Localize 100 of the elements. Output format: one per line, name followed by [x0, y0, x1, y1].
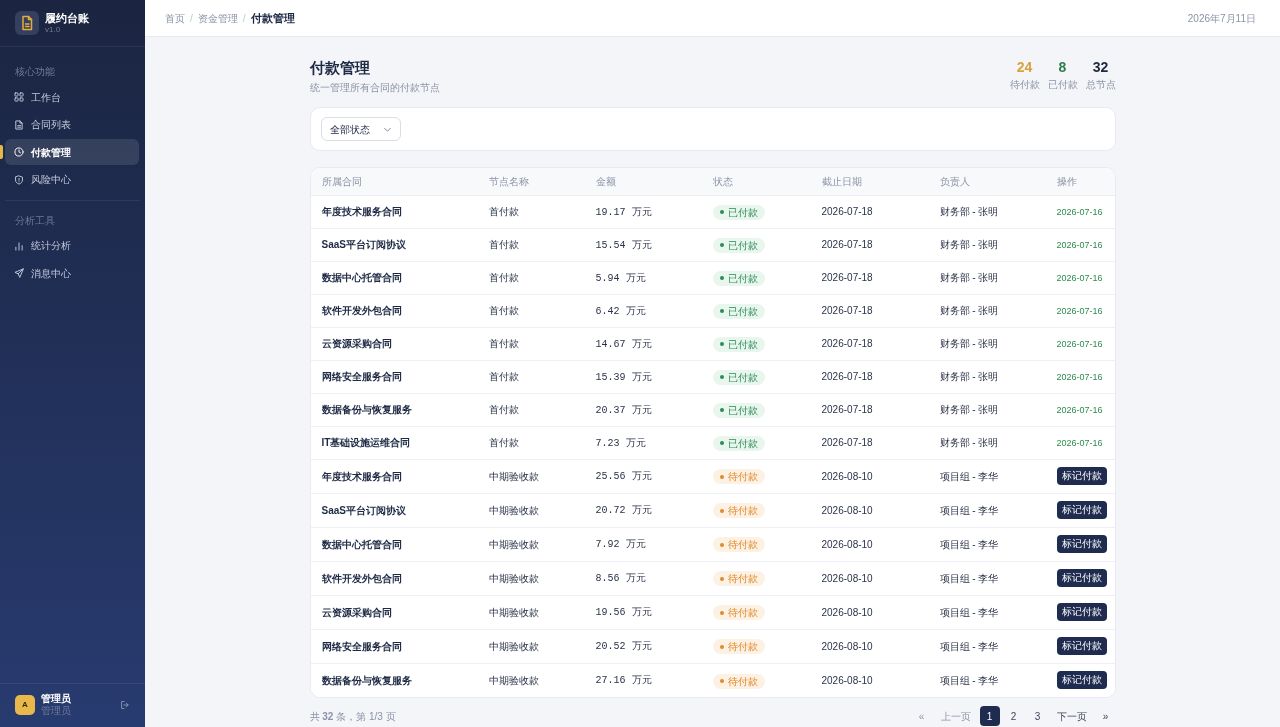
page-button[interactable]: 3 — [1027, 706, 1048, 726]
paid-date: 2026-07-16 — [1056, 239, 1103, 250]
status-dot-icon — [719, 276, 724, 281]
status-dot-icon — [719, 309, 724, 314]
status-dot-icon — [719, 542, 724, 547]
status-dot-icon — [719, 408, 724, 413]
node-name: 中期验收款 — [488, 674, 539, 686]
status-dot-icon — [719, 474, 724, 479]
user-avatar: A — [15, 695, 35, 715]
assignee: 财务部 - 张明 — [939, 305, 999, 316]
mark-paid-button[interactable]: 标记付款 — [1056, 569, 1107, 587]
node-name: 首付款 — [488, 206, 519, 217]
pagination-summary: 共 32 条，第 1/3 页 — [309, 709, 396, 724]
status-dot-icon — [719, 375, 724, 380]
assignee: 项目组 - 李华 — [939, 538, 999, 550]
send-icon — [14, 268, 24, 278]
mark-paid-button[interactable]: 标记付款 — [1056, 671, 1107, 690]
paid-date: 2026-07-16 — [1056, 404, 1103, 415]
page-button[interactable]: 2 — [1003, 706, 1024, 726]
amount: 15.54 万元 — [595, 239, 652, 251]
mark-paid-button[interactable]: 标记付款 — [1056, 501, 1107, 519]
status-label: 已付款 — [727, 304, 758, 319]
next-page-button[interactable]: 下一页 — [1051, 706, 1092, 726]
mark-paid-button[interactable]: 标记付款 — [1056, 637, 1107, 655]
amount: 7.92 万元 — [595, 539, 646, 550]
user-role: 管理员 — [41, 705, 71, 717]
contract-name: 网络安全服务合同 — [321, 371, 402, 382]
contract-name: IT基础设施运维合同 — [321, 437, 411, 448]
status-label: 待付款 — [727, 606, 758, 621]
sidebar-link[interactable]: 风险中心 — [5, 166, 139, 193]
contract-name: 年度技术服务合同 — [321, 206, 402, 217]
node-name: 中期验收款 — [488, 504, 539, 516]
amount: 14.67 万元 — [595, 338, 652, 350]
status-dot-icon — [719, 610, 724, 615]
bar-chart-icon — [14, 240, 24, 251]
mark-paid-button[interactable]: 标记付款 — [1056, 467, 1107, 485]
status-label: 已付款 — [727, 205, 758, 220]
node-name: 首付款 — [488, 305, 519, 316]
contract-name: 数据中心托管合同 — [321, 538, 402, 550]
breadcrumb-separator: / — [190, 11, 193, 26]
last-page-button[interactable]: » — [1095, 706, 1116, 726]
contract-name: 数据备份与恢复服务 — [321, 674, 412, 686]
assignee: 财务部 - 张明 — [939, 437, 999, 448]
status-label: 待付款 — [727, 538, 758, 553]
column-header: 操作 — [1056, 175, 1077, 187]
column-header: 负责人 — [939, 175, 970, 187]
due-date: 2026-08-10 — [821, 470, 873, 482]
amount: 6.42 万元 — [595, 305, 646, 317]
status-dropdown[interactable]: 全部状态 — [320, 117, 401, 141]
user-name: 管理员 — [41, 693, 71, 705]
assignee: 财务部 - 张明 — [939, 206, 999, 217]
node-name: 首付款 — [488, 371, 519, 382]
contract-name: 数据备份与恢复服务 — [321, 404, 412, 415]
current-date: 2026年7月11日 — [1187, 11, 1256, 26]
due-date: 2026-08-10 — [821, 674, 873, 686]
assignee: 财务部 - 张明 — [939, 404, 999, 415]
status-label: 待付款 — [727, 504, 758, 519]
node-name: 中期验收款 — [488, 606, 539, 618]
due-date: 2026-07-18 — [821, 305, 873, 316]
node-name: 中期验收款 — [488, 538, 539, 550]
clock-icon — [14, 147, 24, 157]
sidebar-link[interactable]: 付款管理 — [5, 139, 139, 165]
assignee: 财务部 - 张明 — [939, 338, 999, 349]
node-name: 首付款 — [488, 338, 519, 349]
amount: 5.94 万元 — [595, 272, 646, 284]
status-dot-icon — [719, 243, 724, 248]
due-date: 2026-08-10 — [821, 640, 873, 652]
column-header: 节点名称 — [488, 175, 529, 187]
app-version: v1.0 — [45, 25, 62, 34]
sidebar-link[interactable]: 消息中心 — [5, 260, 139, 286]
amount: 25.56 万元 — [595, 471, 652, 482]
amount: 27.16 万元 — [595, 675, 652, 687]
status-label: 已付款 — [727, 337, 758, 352]
sidebar-link[interactable]: 统计分析 — [5, 232, 139, 259]
document-icon — [14, 119, 24, 130]
page-button[interactable]: 1 — [979, 706, 1000, 726]
breadcrumb-separator: / — [242, 11, 246, 26]
column-header: 状态 — [712, 175, 733, 187]
contract-name: 软件开发外包合同 — [321, 572, 402, 584]
sidebar-link[interactable]: 合同列表 — [5, 111, 139, 138]
stat-label: 已付款 — [1047, 78, 1078, 92]
grid-icon — [14, 92, 24, 102]
contract-name: 云资源采购合同 — [321, 606, 392, 618]
assignee: 项目组 - 李华 — [939, 572, 999, 584]
mark-paid-button[interactable]: 标记付款 — [1056, 535, 1107, 553]
status-label: 待付款 — [727, 640, 758, 655]
status-label: 已付款 — [727, 403, 758, 418]
node-name: 首付款 — [488, 437, 519, 448]
amount: 19.56 万元 — [595, 607, 652, 618]
due-date: 2026-08-10 — [821, 606, 873, 618]
assignee: 项目组 - 李华 — [939, 640, 999, 652]
mark-paid-button[interactable]: 标记付款 — [1056, 603, 1107, 621]
stat-value: 8 — [1057, 58, 1068, 76]
due-date: 2026-07-18 — [821, 239, 873, 250]
node-name: 首付款 — [488, 272, 519, 283]
stat-value: 32 — [1091, 58, 1110, 76]
logout-icon[interactable] — [120, 700, 130, 710]
sidebar-link[interactable]: 工作台 — [5, 84, 139, 110]
assignee: 财务部 - 张明 — [939, 239, 999, 250]
due-date: 2026-08-10 — [821, 572, 873, 584]
